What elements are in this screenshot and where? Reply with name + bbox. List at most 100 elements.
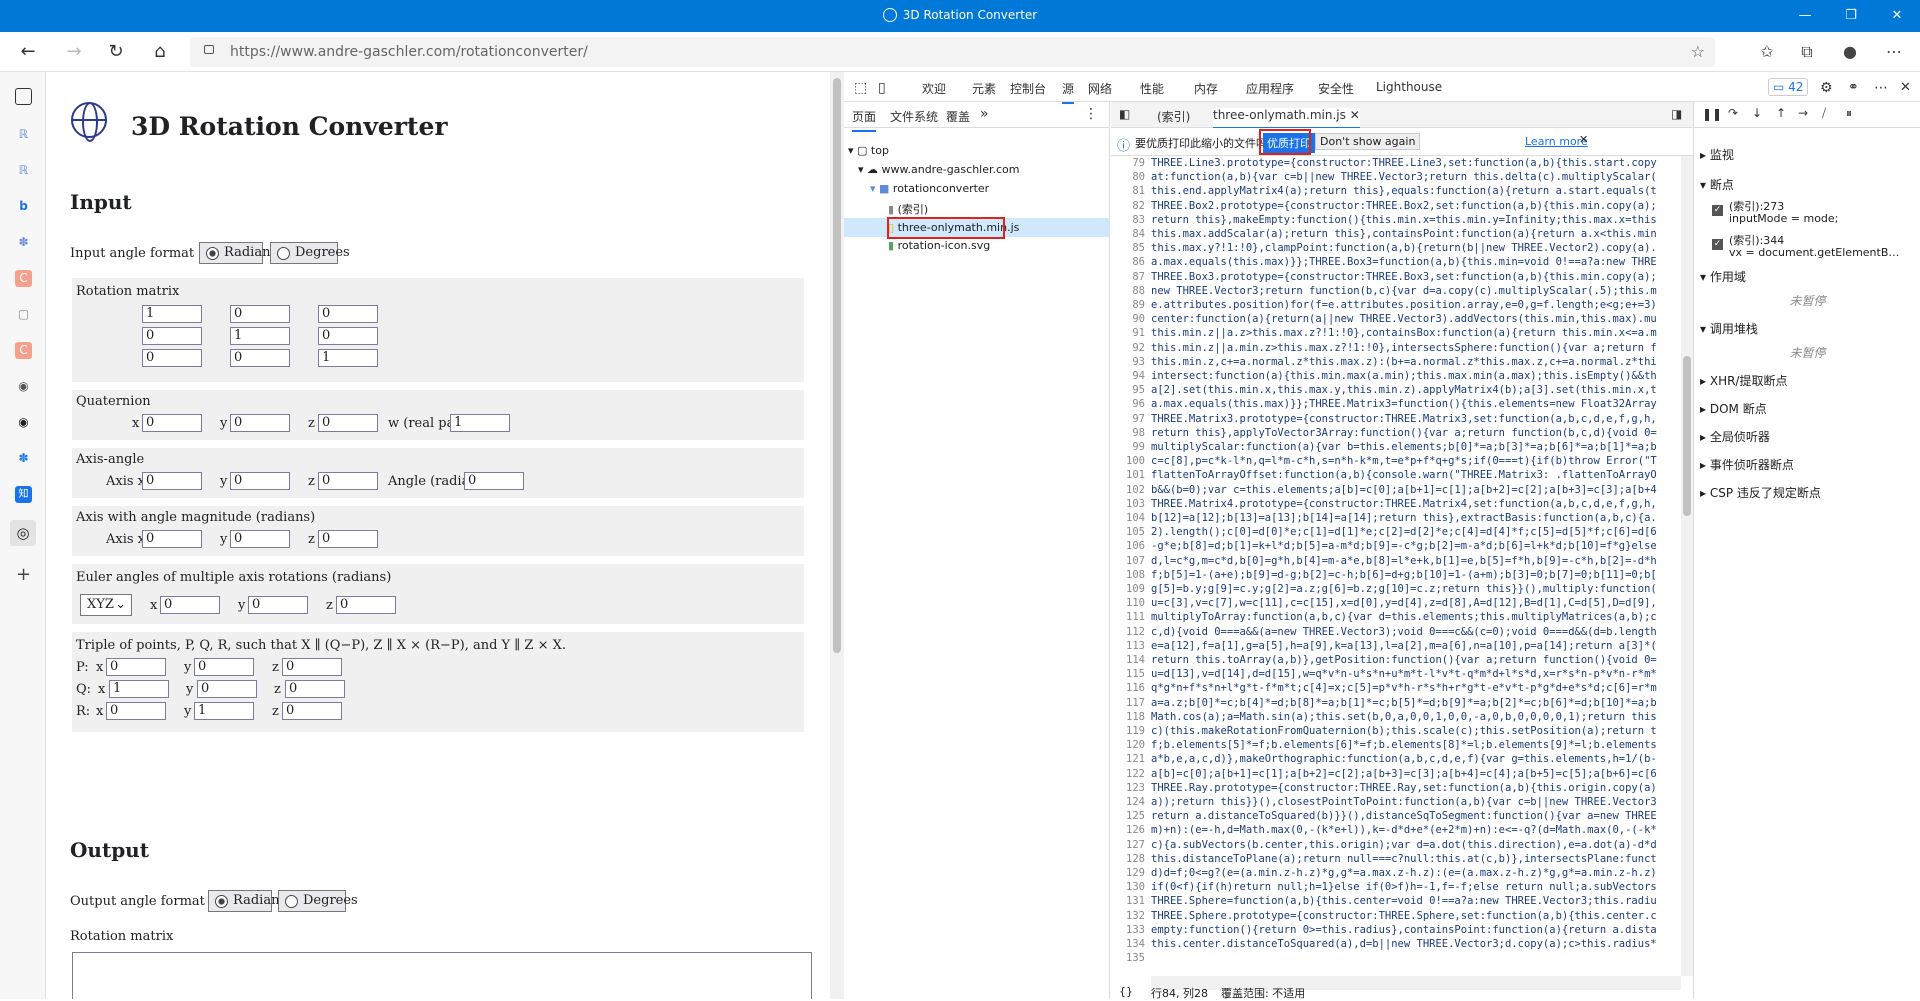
app-icon-c2[interactable]: C [15, 342, 32, 359]
tab-elements[interactable]: 元素 [972, 80, 996, 97]
line-number[interactable]: 100 [1126, 454, 1145, 468]
line-number[interactable]: 91 [1132, 326, 1145, 340]
line-number[interactable]: 134 [1126, 937, 1145, 951]
step-icon[interactable]: → [1798, 106, 1808, 120]
line-number[interactable]: 96 [1132, 397, 1145, 411]
more-options-icon[interactable]: ⋯ [1874, 80, 1888, 96]
axis-mag-x-input[interactable]: 0 [142, 530, 202, 548]
toggle-navigator-icon[interactable]: ◧ [1119, 107, 1130, 121]
profile-avatar-icon[interactable]: ● [1838, 42, 1862, 61]
matrix-cell[interactable]: 0 [142, 327, 202, 345]
checkbox-checked-icon[interactable]: ✓ [1712, 205, 1723, 216]
line-number[interactable]: 128 [1126, 852, 1145, 866]
dont-show-again-button[interactable]: Don't show again [1315, 133, 1421, 150]
document-icon[interactable]: ▢ [15, 306, 32, 323]
tree-file-svg[interactable]: ▮ rotation-icon.svg [888, 239, 990, 252]
line-number[interactable]: 83 [1132, 213, 1145, 227]
line-number[interactable]: 111 [1126, 610, 1145, 624]
tab-sources[interactable]: 源 [1062, 80, 1075, 104]
refresh-icon[interactable]: ↻ [102, 40, 130, 64]
step-out-icon[interactable]: ↑ [1776, 106, 1786, 120]
euler-y-input[interactable]: 0 [248, 596, 308, 614]
toggle-debugger-icon[interactable]: ◨ [1671, 107, 1682, 121]
line-number[interactable]: 99 [1132, 440, 1145, 454]
line-number[interactable]: 118 [1126, 710, 1145, 724]
deactivate-breakpoints-icon[interactable]: ⧸ [1822, 106, 1826, 121]
matrix-cell[interactable]: 1 [230, 327, 290, 345]
github-icon-1[interactable]: ◉ [15, 378, 32, 395]
bing-icon[interactable]: b [15, 198, 32, 215]
close-devtools-icon[interactable]: ✕ [1900, 80, 1911, 95]
line-number[interactable]: 85 [1132, 241, 1145, 255]
input-radians-radio[interactable]: Radians [199, 242, 277, 264]
tab-console[interactable]: 控制台 [1010, 80, 1046, 97]
output-matrix-textarea[interactable] [72, 952, 812, 999]
tab-performance[interactable]: 性能 [1140, 80, 1164, 97]
app-icon-1[interactable]: ℝ [15, 126, 32, 143]
code-vertical-scrollbar[interactable] [1681, 156, 1693, 976]
line-number[interactable]: 117 [1126, 696, 1145, 710]
matrix-cell[interactable]: 1 [142, 305, 202, 323]
output-degrees-radio[interactable]: Degrees [278, 890, 358, 912]
line-number[interactable]: 82 [1132, 199, 1145, 213]
axis-angle-y-input[interactable]: 0 [230, 472, 290, 490]
axis-mag-y-input[interactable]: 0 [230, 530, 290, 548]
p-y-input[interactable]: 0 [194, 658, 254, 676]
line-number[interactable]: 107 [1126, 554, 1145, 568]
quaternion-x-input[interactable]: 0 [142, 414, 202, 432]
axis-angle-z-input[interactable]: 0 [318, 472, 378, 490]
line-number[interactable]: 104 [1126, 511, 1145, 525]
back-icon[interactable]: ← [14, 40, 42, 64]
p-x-input[interactable]: 0 [106, 658, 166, 676]
line-number[interactable]: 112 [1126, 625, 1145, 639]
github-icon-2[interactable]: ◉ [15, 414, 32, 431]
pause-icon[interactable]: ❚❚ [1702, 107, 1722, 121]
q-x-input[interactable]: 1 [109, 680, 169, 698]
close-button[interactable]: ✕ [1874, 0, 1920, 32]
add-icon[interactable]: + [15, 566, 32, 584]
output-radians-radio[interactable]: Radians [208, 890, 286, 912]
line-number[interactable]: 135 [1126, 951, 1145, 965]
matrix-cell[interactable]: 0 [230, 349, 290, 367]
line-number[interactable]: 89 [1132, 298, 1145, 312]
line-number[interactable]: 131 [1126, 894, 1145, 908]
favorites-icon[interactable]: ✩ [1755, 42, 1779, 61]
line-number[interactable]: 114 [1126, 653, 1145, 667]
code-area[interactable]: THREE.Line3.prototype={constructor:THREE… [1151, 156, 1681, 976]
step-into-icon[interactable]: ↓ [1752, 106, 1762, 120]
checkbox-checked-icon[interactable]: ✓ [1712, 239, 1723, 250]
line-number[interactable]: 119 [1126, 724, 1145, 738]
euler-order-select[interactable]: XYZ ⌄ [80, 594, 132, 616]
paw-icon[interactable]: ✽ [15, 234, 32, 251]
axis-mag-z-input[interactable]: 0 [318, 530, 378, 548]
connect-icon[interactable]: ⚭ [1848, 80, 1859, 95]
euler-z-input[interactable]: 0 [336, 596, 396, 614]
p-z-input[interactable]: 0 [282, 658, 342, 676]
scrollbar-thumb[interactable] [833, 78, 841, 653]
line-number[interactable]: 115 [1126, 667, 1145, 681]
line-number[interactable]: 98 [1132, 426, 1145, 440]
collections-icon[interactable]: ⧉ [1795, 42, 1819, 62]
line-number[interactable]: 123 [1126, 781, 1145, 795]
line-number[interactable]: 124 [1126, 795, 1145, 809]
global-listeners-section[interactable]: ▸ 全局侦听器 [1700, 428, 1770, 445]
close-infobar-icon[interactable]: ✕ [1579, 133, 1588, 146]
matrix-cell[interactable]: 1 [318, 349, 378, 367]
watch-section[interactable]: ▸ 监视 [1700, 146, 1734, 163]
nav-tab-page[interactable]: 页面 [852, 108, 877, 132]
line-number[interactable]: 84 [1132, 227, 1145, 241]
tab-network[interactable]: 网络 [1088, 80, 1112, 97]
line-number[interactable]: 132 [1126, 909, 1145, 923]
favorite-star-icon[interactable]: ☆ [1691, 42, 1705, 61]
quaternion-z-input[interactable]: 0 [318, 414, 378, 432]
line-number[interactable]: 116 [1126, 681, 1145, 695]
page-scrollbar[interactable] [830, 72, 844, 999]
more-menu-icon[interactable]: ⋯ [1882, 42, 1906, 61]
paw-icon-2[interactable]: ✽ [15, 450, 32, 467]
line-number[interactable]: 129 [1126, 866, 1145, 880]
settings-gear-icon[interactable]: ⚙ [1820, 80, 1833, 96]
line-number[interactable]: 79 [1132, 156, 1145, 170]
globe-icon-active[interactable]: ◎ [10, 520, 36, 546]
r-x-input[interactable]: 0 [106, 702, 166, 720]
app-icon-c1[interactable]: C [15, 270, 32, 287]
